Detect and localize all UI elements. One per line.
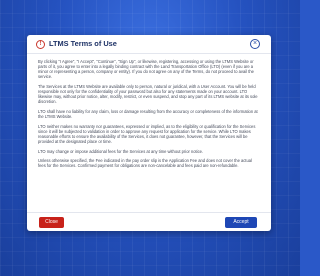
terms-paragraph: LTO shall have no liability for any clai… [38,108,258,120]
info-icon: ! [36,40,45,49]
terms-paragraph: LTO may change or impose additional fees… [38,148,204,154]
modal-title: LTMS Terms of Use [49,39,117,48]
accept-button[interactable]: Accept [225,217,257,228]
modal-footer: Close Accept [27,212,271,231]
terms-modal: ! LTMS Terms of Use × By clicking "I Agr… [27,35,271,231]
terms-paragraph: The Services at the LTMS Website are ava… [38,83,258,105]
terms-body: By clicking "I Agree", "I Accept", "Cont… [38,59,260,173]
terms-paragraph: By clicking "I Agree", "I Accept", "Cont… [38,59,254,80]
close-icon[interactable]: × [250,39,260,49]
modal-header: ! LTMS Terms of Use × [27,35,271,54]
close-button[interactable]: Close [39,217,64,228]
terms-paragraph: LTO neither makes no warranty nor guaran… [38,123,256,144]
terms-paragraph: Unless otherwise specified, the Fee indi… [38,158,252,169]
